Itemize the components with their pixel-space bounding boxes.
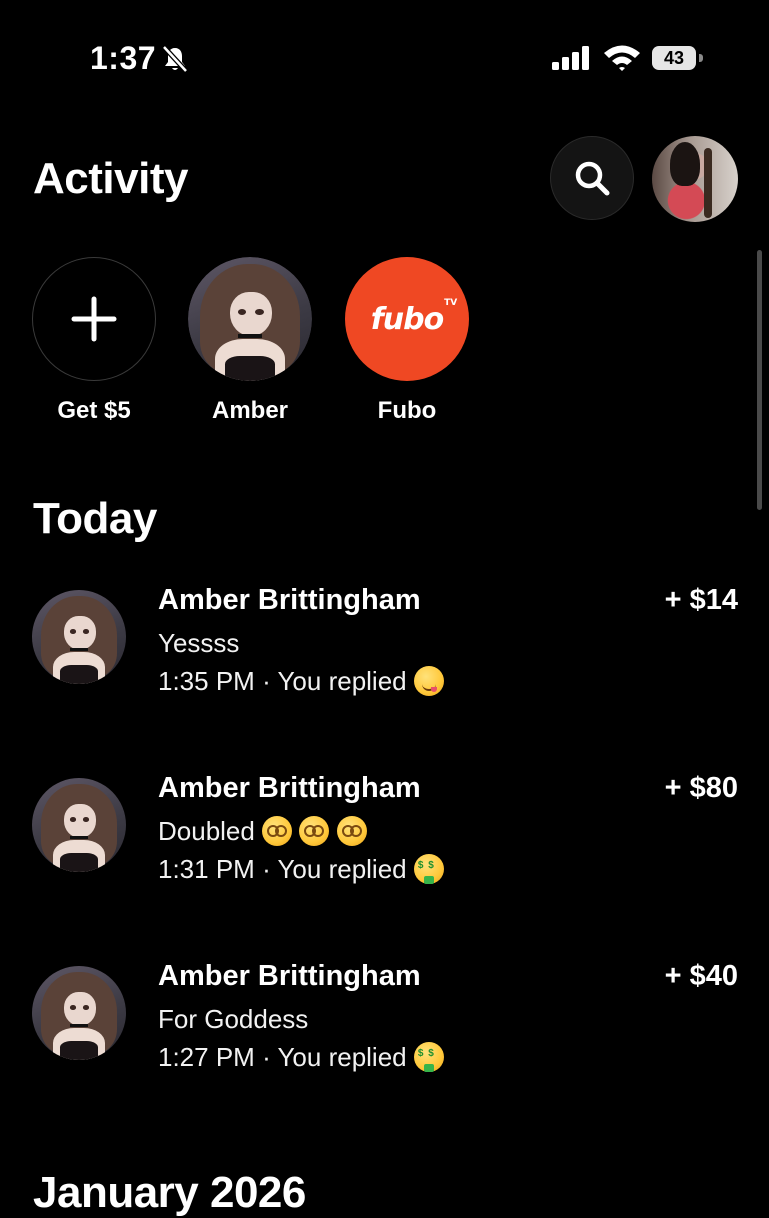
avatar	[32, 778, 126, 872]
timestamp: 1:35 PM	[158, 666, 255, 696]
meta-line: 1:35 PM · You replied	[158, 666, 444, 697]
message-text: Doubled	[158, 816, 255, 846]
shortcut-label: Fubo	[377, 397, 437, 424]
fubo-logo-text: fubo TV	[370, 297, 458, 337]
meta-line: 1:27 PM · You replied	[158, 1042, 444, 1073]
sender-name: Amber Brittingham	[158, 960, 421, 992]
status-time: 1:37	[90, 40, 157, 76]
wifi-icon	[604, 45, 640, 71]
sender-name: Amber Brittingham	[158, 772, 421, 804]
bell-slash-icon	[162, 45, 188, 73]
fubo-logo[interactable]: fubo TV	[345, 257, 469, 381]
section-title-today: Today	[33, 494, 157, 543]
dizzy-emoji-icon	[299, 816, 330, 846]
reply-status: · You replied	[262, 854, 407, 884]
add-circle[interactable]	[32, 257, 156, 381]
dizzy-emoji-icon	[262, 816, 293, 846]
timestamp: 1:31 PM	[158, 854, 255, 884]
page-title: Activity	[33, 154, 188, 203]
reply-status: · You replied	[262, 1042, 407, 1072]
amount: + $14	[664, 584, 738, 616]
search-icon	[575, 161, 610, 196]
dizzy-emoji-icon	[336, 816, 367, 846]
timestamp: 1:27 PM	[158, 1042, 255, 1072]
reply-status: · You replied	[262, 666, 407, 696]
list-item[interactable]: Amber Brittingham For Goddess 1:27 PM · …	[32, 960, 738, 1086]
shortcut-amber[interactable]: Amber	[188, 257, 312, 425]
amount: + $40	[664, 960, 738, 992]
money-mouth-emoji-icon	[413, 1042, 444, 1072]
shortcut-label: Amber	[211, 397, 289, 424]
shortcut-label: Get $5	[57, 397, 131, 424]
battery-level: 43	[652, 46, 696, 70]
message-text: Yessss	[158, 628, 240, 658]
shortcut-get-5[interactable]: Get $5	[32, 257, 156, 425]
message-line: Doubled	[158, 816, 367, 847]
profile-avatar[interactable]	[652, 136, 738, 222]
money-mouth-emoji-icon	[413, 854, 444, 884]
search-button[interactable]	[550, 136, 634, 220]
amount: + $80	[664, 772, 738, 804]
sender-name: Amber Brittingham	[158, 584, 421, 616]
section-title-january-2026: January 2026	[33, 1168, 306, 1217]
signal-icon	[552, 46, 589, 70]
shortcut-fubo[interactable]: fubo TV Fubo	[345, 257, 469, 425]
meta-line: 1:31 PM · You replied	[158, 854, 444, 885]
avatar	[32, 966, 126, 1060]
avatar	[32, 590, 126, 684]
plus-icon	[71, 296, 117, 342]
yum-emoji-icon	[413, 666, 444, 696]
message-text: For Goddess	[158, 1004, 309, 1034]
list-item[interactable]: Amber Brittingham Yessss 1:35 PM · You r…	[32, 584, 738, 710]
list-item[interactable]: Amber Brittingham Doubled 1:31 PM · You …	[32, 772, 738, 898]
battery-icon: 43	[652, 46, 704, 70]
scrollbar[interactable]	[757, 250, 762, 510]
avatar[interactable]	[188, 257, 312, 381]
